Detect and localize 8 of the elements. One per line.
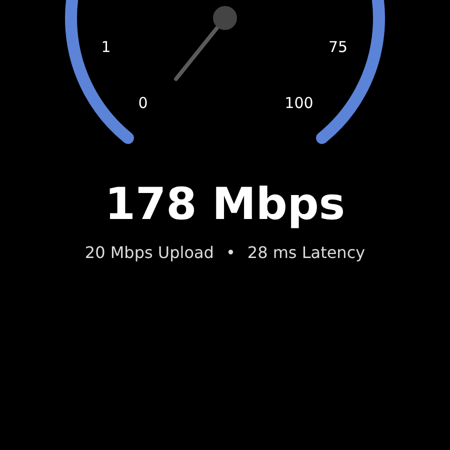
upload-stat: 20 Mbps Upload bbox=[84, 242, 214, 264]
gauge-scale-label: 1 bbox=[101, 38, 111, 56]
gauge-scale-label: 75 bbox=[328, 38, 348, 56]
latency-stat: 28 ms Latency bbox=[247, 242, 366, 264]
speed-reading: 178 Mbps bbox=[104, 178, 346, 232]
gauge-scale-label: 100 bbox=[284, 94, 314, 112]
gauge-scale-label: 0 bbox=[138, 94, 148, 112]
separator-dot: • bbox=[226, 242, 236, 264]
